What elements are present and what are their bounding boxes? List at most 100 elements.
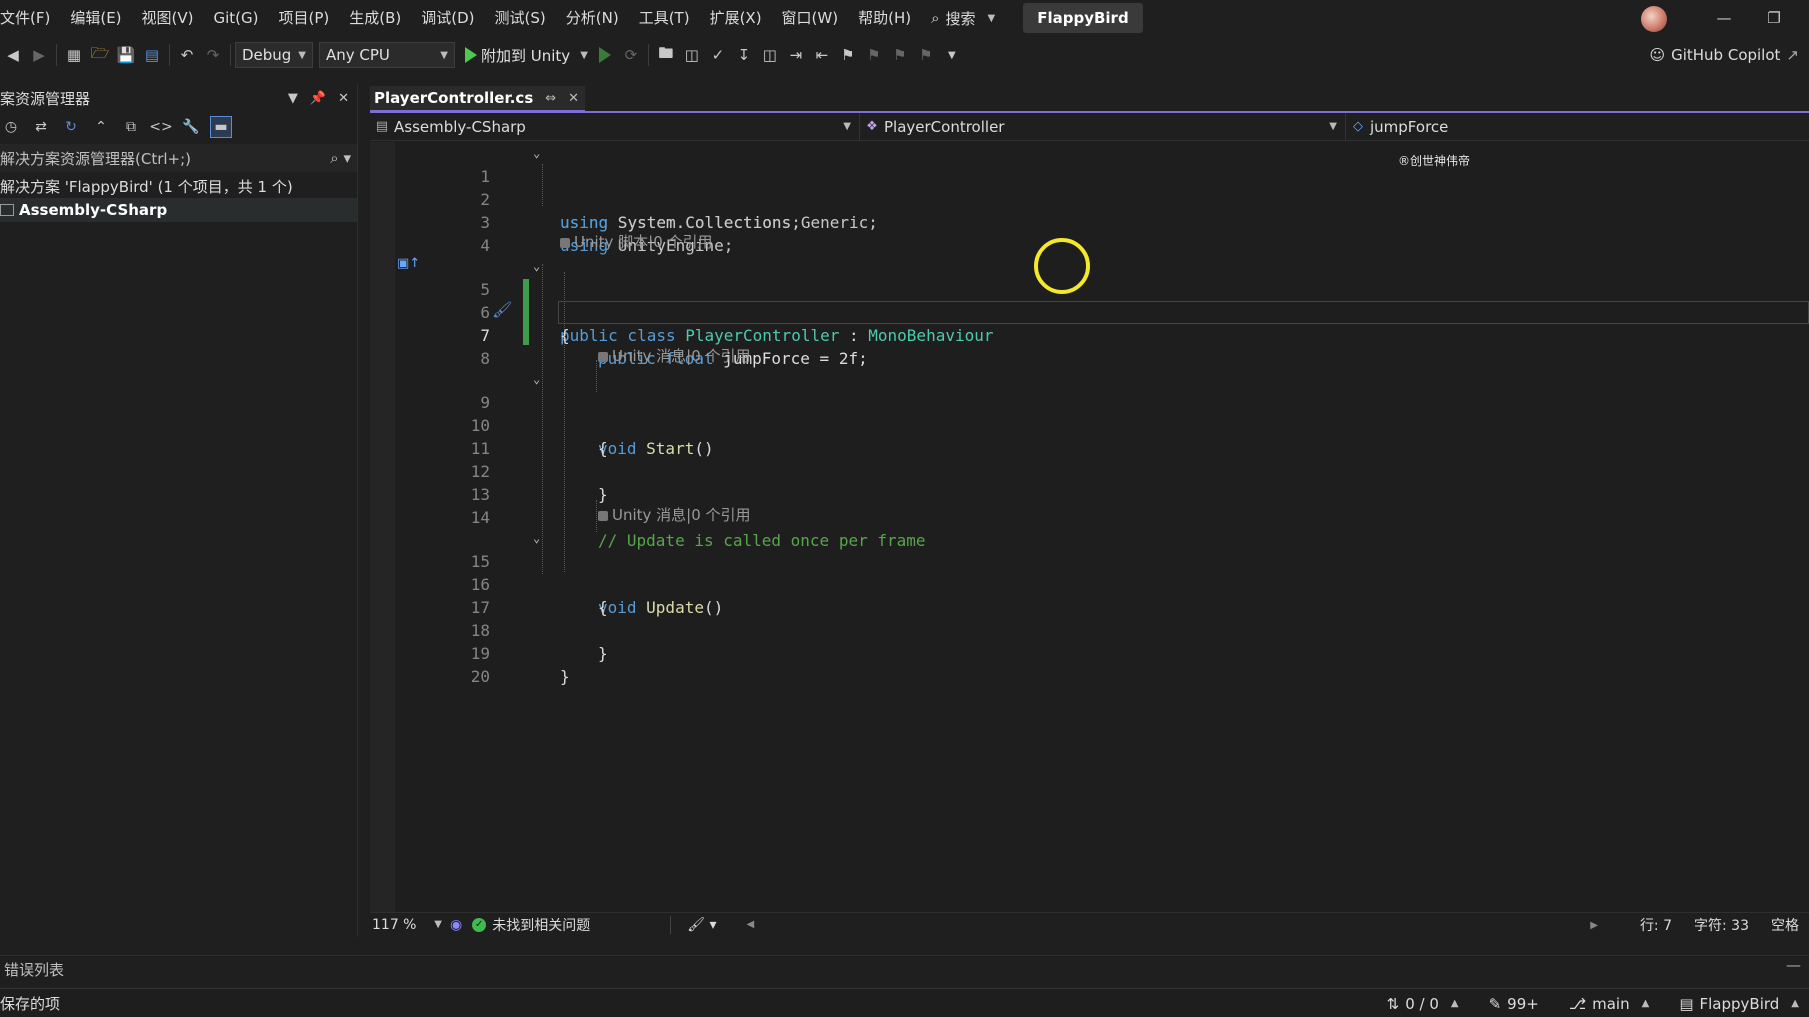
whitespace-indicator[interactable]: 空格 — [1771, 915, 1799, 935]
menu-tools[interactable]: 工具(T) — [629, 0, 700, 36]
fold-toggle-icon[interactable]: ⌄ — [533, 255, 540, 278]
menu-help[interactable]: 帮助(H) — [848, 0, 921, 36]
menu-project[interactable]: 项目(P) — [269, 0, 340, 36]
pin-icon[interactable]: 📌 — [310, 91, 326, 106]
repository-indicator[interactable]: ▤ FlappyBird ▲ — [1679, 995, 1799, 1013]
save-all-icon[interactable]: ▤ — [139, 42, 165, 68]
close-tab-icon[interactable]: ✕ — [568, 91, 579, 106]
status-bar-right: ⇅ 0 / 0 ▲ ✎ 99+ ⎇ main ▲ ▤ FlappyBird ▲ — [1387, 989, 1799, 1017]
toolbar-overflow-icon[interactable]: ▼ — [939, 42, 965, 68]
spellcheck-icon[interactable]: ✓ — [705, 42, 731, 68]
preview-icon[interactable]: ▬ — [210, 116, 232, 138]
error-list-tab[interactable]: 错误列表 — [0, 959, 64, 980]
history-icon[interactable]: ◷ — [0, 116, 22, 138]
cleanup-icon[interactable]: 🖌 ▾ — [687, 917, 716, 933]
navigation-bar: ▤ Assembly-CSharp ▼ ❖ PlayerController ▼… — [370, 112, 1809, 141]
panel-dropdown-icon[interactable]: ▼ — [288, 91, 298, 106]
git-changes-indicator[interactable]: ⇅ 0 / 0 ▲ — [1387, 995, 1459, 1013]
menu-file[interactable]: 文件(F) — [0, 0, 60, 36]
menu-edit[interactable]: 编辑(E) — [60, 0, 131, 36]
indent-icon[interactable]: ⇥ — [783, 42, 809, 68]
solution-node[interactable]: 解决方案 'FlappyBird' (1 个项目，共 1 个) — [0, 174, 357, 198]
bookmark-icon[interactable]: ⚑ — [835, 42, 861, 68]
type-dropdown[interactable]: ❖ PlayerController ▼ — [860, 112, 1346, 141]
configuration-select[interactable]: Debug ▼ — [235, 42, 313, 68]
codelens-unity-script[interactable]: Unity 脚本|0 个引用 — [560, 232, 713, 252]
start-without-debugging-icon[interactable] — [592, 42, 618, 68]
restore-button[interactable]: ❐ — [1760, 0, 1788, 36]
codelens-unity-message[interactable]: Unity 消息|0 个引用 — [598, 505, 751, 525]
solution-search-placeholder: 解决方案资源管理器(Ctrl+;) — [0, 149, 192, 168]
scroll-right-icon[interactable]: ▶ — [1590, 920, 1598, 931]
menu-window[interactable]: 窗口(W) — [772, 0, 849, 36]
undo-icon[interactable]: ↶ — [174, 42, 200, 68]
char-indicator[interactable]: 字符: 33 — [1694, 915, 1749, 935]
redo-icon[interactable]: ↷ — [200, 42, 226, 68]
position-info: ▶ 行: 7 字符: 33 空格 — [1590, 913, 1809, 937]
layout-icon[interactable]: ◫ — [679, 42, 705, 68]
attach-to-unity-button[interactable]: 附加到 Unity ▼ — [461, 45, 592, 66]
menu-analyze[interactable]: 分析(N) — [556, 0, 629, 36]
menu-debug[interactable]: 调试(D) — [411, 0, 484, 36]
minimize-panel-icon[interactable]: — — [1786, 956, 1801, 974]
platform-select[interactable]: Any CPU ▼ — [319, 42, 455, 68]
properties-icon[interactable]: 🔧 — [180, 116, 202, 138]
zoom-select[interactable]: 117 % ▼ — [370, 917, 450, 933]
search-icon: ⌕ — [931, 9, 940, 27]
code-editor[interactable]: ®创世神伟帝 ▣↑ 🖌 1 ⌄ using System.Collections… — [370, 142, 1809, 912]
document-tab-strip: PlayerController.cs ⇔ ✕ — [370, 86, 586, 112]
fold-toggle-icon[interactable]: ⌄ — [533, 527, 540, 550]
open-folder-icon[interactable]: 🗁 — [87, 42, 113, 68]
fold-toggle-icon[interactable]: ⌄ — [533, 142, 540, 165]
save-icon[interactable]: 💾 — [113, 42, 139, 68]
issues-indicator[interactable]: ✓ 未找到相关问题 — [472, 915, 672, 934]
pending-edits-indicator[interactable]: ✎ 99+ — [1489, 995, 1539, 1013]
solution-search-input[interactable]: 解决方案资源管理器(Ctrl+;) ⌕ ▾ — [0, 144, 357, 172]
hot-reload-icon[interactable]: ⟳ — [618, 42, 644, 68]
chevron-down-icon: ▼ — [440, 49, 448, 61]
pin-tab-icon[interactable]: ⇔ — [545, 91, 556, 106]
new-project-icon[interactable]: ▦ — [61, 42, 87, 68]
back-icon[interactable]: ◀ — [0, 42, 26, 68]
solution-label: 解决方案 'FlappyBird' (1 个项目，共 1 个) — [0, 177, 293, 196]
project-dropdown[interactable]: ▤ Assembly-CSharp ▼ — [370, 112, 860, 141]
github-copilot-button[interactable]: ☺ GitHub Copilot ↗ — [1649, 36, 1799, 74]
fold-toggle-icon[interactable]: ⌄ — [533, 368, 540, 391]
menu-build[interactable]: 生成(B) — [339, 0, 411, 36]
menu-test[interactable]: 测试(S) — [485, 0, 556, 36]
prev-bookmark-icon[interactable]: ⚑ — [861, 42, 887, 68]
scroll-left-icon[interactable]: ◀ — [746, 919, 754, 930]
step-icon[interactable]: ↧ — [731, 42, 757, 68]
close-icon[interactable]: ✕ — [338, 91, 349, 106]
search-box[interactable]: ⌕ 搜索 ▼ — [921, 0, 1005, 36]
member-dropdown[interactable]: ◇ jumpForce — [1346, 113, 1809, 141]
sync-icon[interactable]: ⇄ — [30, 116, 52, 138]
codelens-unity-message[interactable]: Unity 消息|0 个引用 — [598, 346, 751, 366]
chevron-up-icon: ▲ — [1641, 998, 1650, 1009]
collapse-all-icon[interactable]: ⌃ — [90, 116, 112, 138]
pending-edits-count: 99+ — [1507, 994, 1539, 1013]
copilot-label: GitHub Copilot — [1671, 46, 1781, 64]
app-title: FlappyBird — [1023, 3, 1143, 33]
solution-explorer-title: 案资源管理器 — [0, 89, 91, 108]
copilot-status-icon[interactable]: ◉ — [450, 917, 462, 933]
next-bookmark-icon[interactable]: ⚑ — [887, 42, 913, 68]
forward-icon[interactable]: ▶ — [26, 42, 52, 68]
project-node[interactable]: Assembly-CSharp — [0, 198, 357, 222]
tab-label: PlayerController.cs — [374, 89, 534, 107]
clear-bookmarks-icon[interactable]: ⚑ — [913, 42, 939, 68]
code-icon[interactable]: <> — [149, 116, 172, 138]
columns-icon[interactable]: ◫ — [757, 42, 783, 68]
menu-view[interactable]: 视图(V) — [132, 0, 204, 36]
avatar[interactable] — [1641, 6, 1667, 32]
line-indicator[interactable]: 行: 7 — [1640, 915, 1672, 935]
outdent-icon[interactable]: ⇤ — [809, 42, 835, 68]
copy-icon[interactable]: ⧉ — [120, 116, 142, 138]
refresh-icon[interactable]: ↻ — [60, 116, 82, 138]
menu-git[interactable]: Git(G) — [204, 0, 269, 36]
branch-indicator[interactable]: ⎇ main ▲ — [1569, 995, 1649, 1013]
menu-extensions[interactable]: 扩展(X) — [700, 0, 772, 36]
minimize-button[interactable]: — — [1710, 0, 1738, 36]
folder-icon[interactable]: 🖿 — [653, 42, 679, 68]
tab-playercontroller[interactable]: PlayerController.cs ⇔ ✕ — [370, 86, 586, 112]
